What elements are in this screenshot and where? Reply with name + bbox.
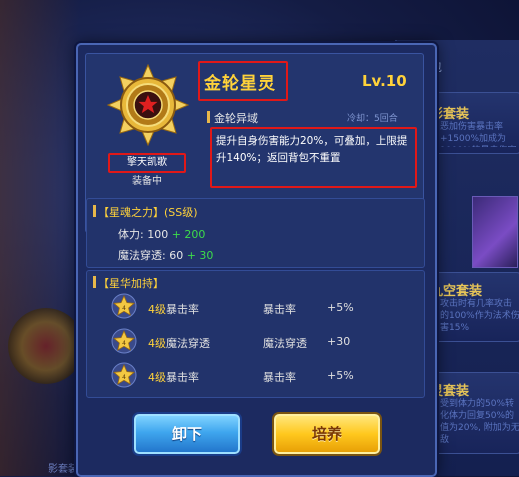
spirit-level: Lv.10 xyxy=(362,72,407,90)
stat-base: 60 xyxy=(169,249,184,262)
background-card-text: 受到体力的50%转化体力回复50%的值为20%, 附加为无敌 xyxy=(440,399,519,445)
bonus-attribute: 暴击率 xyxy=(263,371,296,384)
skill-description: 提升自身伤害能力20%，可叠加，上限提升140%；返回背包不重置 xyxy=(216,135,408,164)
star-rank-icon: 4 xyxy=(111,293,137,319)
star-bonus-title: 【星华加持】 xyxy=(98,277,164,290)
background-card-text: 恶加伤害暴击率+1500%加成为1000%的暴击伤害 xyxy=(440,122,516,147)
equipped-status: 装备中 xyxy=(132,176,162,187)
cultivate-button[interactable]: 培养 xyxy=(274,414,380,454)
star-rank-icon: 4 xyxy=(111,328,137,354)
stat-row: 魔法穿透: 60 + 30 xyxy=(118,247,213,263)
skill-name-marker xyxy=(207,111,210,123)
bonus-level-text: 4级 xyxy=(148,337,166,350)
background-left-glow xyxy=(0,0,80,476)
bonus-value: +5% xyxy=(327,301,354,314)
bonus-value: +5% xyxy=(327,369,354,382)
background-emblem-icon xyxy=(8,308,84,384)
section-marker xyxy=(93,205,96,217)
bonus-level: 4级暴击率 xyxy=(148,369,199,385)
bonus-level: 4级暴击率 xyxy=(148,301,199,317)
star-soul-power-title: 【星魂之力】(SS级) xyxy=(98,206,198,219)
background-card-text: 攻击时有几率攻击的100%作为法术伤害15% xyxy=(440,299,519,333)
stat-label: 魔法穿透: xyxy=(118,249,166,262)
bonus-value: +30 xyxy=(327,335,351,348)
bonus-level: 4级魔法穿透 xyxy=(148,335,210,351)
star-rank-icon: 4 xyxy=(111,362,137,388)
golden-wheel-emblem-icon xyxy=(107,64,189,146)
stat-row: 体力: 100 + 200 xyxy=(118,226,205,242)
svg-text:4: 4 xyxy=(122,305,126,312)
stat-base: 100 xyxy=(147,228,169,241)
bonus-level-text: 4级 xyxy=(148,303,166,316)
bonus-name: 暴击率 xyxy=(166,371,199,384)
skill-cooldown: 冷却：5回合 xyxy=(347,114,398,124)
bonus-name: 暴击率 xyxy=(166,303,199,316)
bonus-attribute: 暴击率 xyxy=(263,303,296,316)
background-card-title: 九空套装 xyxy=(430,284,483,299)
stat-label: 体力: xyxy=(118,228,144,241)
svg-text:4: 4 xyxy=(122,374,126,381)
svg-text:4: 4 xyxy=(122,340,126,347)
stat-bonus: + 30 xyxy=(186,249,214,262)
bonus-level-text: 4级 xyxy=(148,371,166,384)
bonus-name: 魔法穿透 xyxy=(166,337,210,350)
emblem-name-tag: 擎天凯歌 xyxy=(108,153,186,173)
unload-button[interactable]: 卸下 xyxy=(134,414,240,454)
spirit-title: 金轮星灵 xyxy=(204,74,276,94)
skill-name: 金轮异域 xyxy=(214,112,258,125)
stat-bonus: + 200 xyxy=(171,228,206,241)
section-marker xyxy=(93,276,96,288)
background-item-thumbnail[interactable] xyxy=(472,196,518,268)
bonus-attribute: 魔法穿透 xyxy=(263,337,307,350)
